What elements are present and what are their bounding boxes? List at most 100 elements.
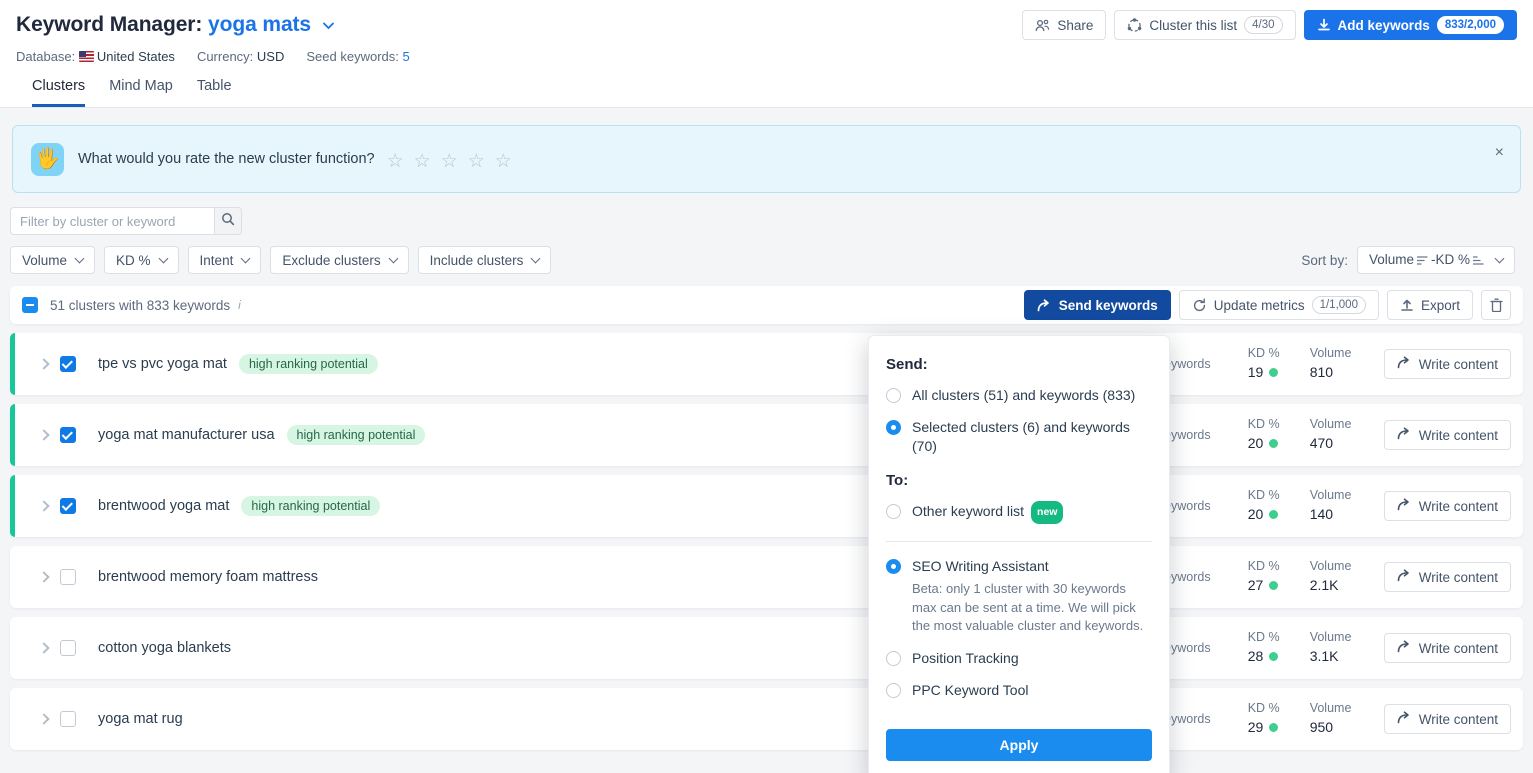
rating-star-2[interactable]: ☆	[414, 152, 431, 171]
table-row[interactable]: cotton yoga blankets Keywords KD % 28 Vo…	[10, 617, 1523, 679]
search-input[interactable]	[10, 207, 214, 235]
filter-intent-label: Intent	[199, 252, 234, 268]
close-icon[interactable]: ×	[1495, 144, 1504, 162]
table-row[interactable]: yoga mat manufacturer usa high ranking p…	[10, 404, 1523, 466]
metric-kd-label: KD %	[1247, 559, 1280, 573]
filter-intent[interactable]: Intent	[187, 246, 262, 274]
page-title-prefix: Keyword Manager:	[16, 13, 203, 36]
export-label: Export	[1420, 297, 1460, 313]
share-button-label: Share	[1057, 17, 1094, 33]
kd-status-dot	[1269, 581, 1279, 590]
metric-volume-label: Volume	[1309, 630, 1352, 644]
filter-exclude-clusters[interactable]: Exclude clusters	[270, 246, 409, 274]
chevron-down-icon[interactable]	[322, 17, 334, 34]
write-content-button[interactable]: Write content	[1383, 420, 1511, 450]
tab-mind-map[interactable]: Mind Map	[109, 78, 173, 107]
rating-star-4[interactable]: ☆	[468, 152, 485, 171]
option-selected-clusters[interactable]: Selected clusters (6) and keywords (70)	[886, 418, 1152, 456]
upload-icon	[1400, 298, 1414, 312]
seed-keywords-value[interactable]: 5	[403, 49, 410, 64]
option-all-clusters[interactable]: All clusters (51) and keywords (833)	[886, 386, 1152, 405]
sort-by-select[interactable]: Volume -KD %	[1356, 246, 1515, 274]
export-button[interactable]: Export	[1386, 290, 1473, 320]
seed-keywords-meta: Seed keywords: 5	[306, 49, 409, 64]
write-content-button[interactable]: Write content	[1383, 491, 1511, 521]
add-keywords-button[interactable]: Add keywords 833/2,000	[1303, 10, 1517, 40]
update-metrics-button[interactable]: Update metrics 1/1,000	[1178, 290, 1379, 320]
expand-row-icon[interactable]	[38, 429, 50, 441]
radio-selected-clusters[interactable]	[886, 420, 901, 435]
refresh-icon	[1192, 298, 1207, 313]
radio-position-tracking[interactable]	[886, 650, 901, 666]
radio-ppc-keyword-tool[interactable]	[886, 682, 901, 698]
tab-clusters[interactable]: Clusters	[32, 78, 86, 107]
row-checkbox[interactable]	[60, 356, 76, 372]
filter-kd-label: KD %	[116, 252, 151, 268]
kd-status-dot	[1269, 368, 1279, 377]
row-metrics: Keywords KD % 29 Volume 950 Write conten…	[1156, 700, 1511, 738]
table-row[interactable]: yoga mat rug Keywords KD % 29 Volume 950…	[10, 688, 1523, 750]
filter-volume[interactable]: Volume	[10, 246, 96, 274]
write-content-label: Write content	[1418, 711, 1498, 727]
row-checkbox[interactable]	[60, 427, 76, 443]
sort-primary-label: Volume	[1368, 252, 1414, 268]
write-content-button[interactable]: Write content	[1383, 562, 1511, 592]
share-arrow-icon	[1397, 569, 1412, 585]
share-arrow-icon	[1397, 356, 1412, 372]
rating-star-3[interactable]: ☆	[441, 152, 458, 171]
filter-exclude-clusters-label: Exclude clusters	[282, 252, 381, 268]
rating-star-5[interactable]: ☆	[495, 152, 512, 171]
table-row[interactable]: tpe vs pvc yoga mat high ranking potenti…	[10, 333, 1523, 395]
metric-kd-label: KD %	[1247, 488, 1280, 502]
select-all-checkbox[interactable]	[22, 297, 38, 313]
info-icon[interactable]: i	[238, 298, 241, 312]
row-checkbox[interactable]	[60, 711, 76, 727]
delete-button[interactable]	[1481, 290, 1511, 320]
share-button[interactable]: Share	[1022, 10, 1107, 40]
filter-kd[interactable]: KD %	[104, 246, 179, 274]
row-checkbox[interactable]	[60, 569, 76, 585]
rating-stars[interactable]: ☆ ☆ ☆ ☆ ☆	[387, 152, 512, 171]
metric-kd-value: 28	[1248, 646, 1310, 667]
option-position-tracking[interactable]: Position Tracking	[886, 649, 1152, 668]
row-checkbox[interactable]	[60, 640, 76, 656]
filter-include-clusters[interactable]: Include clusters	[417, 246, 552, 274]
metric-kd-value: 27	[1248, 575, 1310, 596]
table-row[interactable]: brentwood memory foam mattress Keywords …	[10, 546, 1523, 608]
page-title-keyword[interactable]: yoga mats	[208, 13, 311, 36]
waving-hand-icon: 🖐	[31, 142, 64, 176]
expand-row-icon[interactable]	[38, 500, 50, 512]
radio-all-clusters[interactable]	[886, 388, 901, 403]
option-other-keyword-list[interactable]: Other keyword list new	[886, 501, 1152, 525]
new-badge: new	[1031, 501, 1064, 524]
apply-button[interactable]: Apply	[886, 728, 1152, 761]
write-content-button[interactable]: Write content	[1383, 704, 1511, 734]
cluster-this-list-button[interactable]: Cluster this list 4/30	[1114, 10, 1296, 40]
search-button[interactable]	[214, 207, 242, 235]
expand-row-icon[interactable]	[38, 642, 50, 654]
metric-volume-label: Volume	[1309, 417, 1352, 431]
metric-volume-label: Volume	[1309, 346, 1352, 360]
tab-table[interactable]: Table	[197, 78, 232, 107]
expand-row-icon[interactable]	[38, 358, 50, 370]
cluster-name: yoga mat manufacturer usa	[98, 427, 275, 443]
meta-row: Database: United States Currency: USD Se…	[16, 49, 1517, 64]
expand-row-icon[interactable]	[38, 713, 50, 725]
kd-number: 28	[1247, 648, 1264, 664]
option-position-tracking-label: Position Tracking	[912, 649, 1019, 666]
radio-other-keyword-list[interactable]	[886, 504, 901, 519]
add-keywords-label: Add keywords	[1337, 17, 1430, 33]
option-ppc-keyword-tool[interactable]: PPC Keyword Tool	[886, 681, 1152, 700]
rating-star-1[interactable]: ☆	[387, 152, 404, 171]
expand-row-icon[interactable]	[38, 571, 50, 583]
update-metrics-count: 1/1,000	[1311, 296, 1366, 314]
write-content-button[interactable]: Write content	[1383, 633, 1511, 663]
row-checkbox[interactable]	[60, 498, 76, 514]
write-content-button[interactable]: Write content	[1383, 349, 1511, 379]
send-keywords-button[interactable]: Send keywords	[1023, 290, 1171, 320]
option-seo-writing-assistant[interactable]: SEO Writing Assistant	[886, 557, 1152, 576]
option-other-keyword-list-label: Other keyword list new	[912, 501, 1064, 525]
table-row[interactable]: brentwood yoga mat high ranking potentia…	[10, 475, 1523, 537]
chevron-down-icon	[388, 253, 399, 263]
radio-seo-writing-assistant[interactable]	[886, 559, 901, 574]
